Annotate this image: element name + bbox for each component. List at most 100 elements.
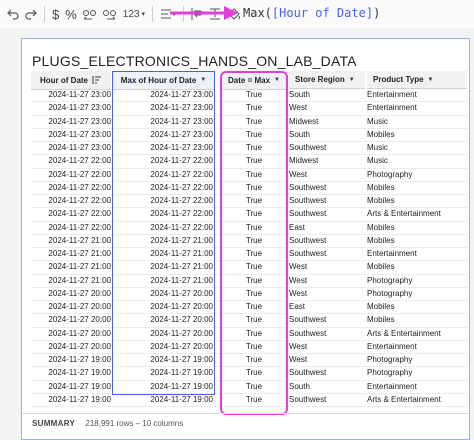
percent-button[interactable]: % (62, 0, 80, 28)
table-cell[interactable]: 2024-11-27 22:00 (31, 155, 111, 167)
table-cell[interactable]: Southwest (289, 248, 365, 260)
table-cell[interactable]: 2024-11-27 21:00 (31, 235, 111, 247)
table-cell[interactable]: Entertainment (367, 381, 463, 393)
table-cell[interactable]: 2024-11-27 19:00 (31, 394, 111, 406)
table-cell[interactable]: 2024-11-27 21:00 (31, 248, 111, 260)
table-cell[interactable]: 2024-11-27 19:00 (113, 394, 213, 406)
table-cell[interactable]: West (289, 354, 365, 366)
table-cell[interactable]: 2024-11-27 20:00 (31, 288, 111, 300)
table-cell[interactable]: Southwest (289, 394, 365, 406)
table-cell[interactable]: 2024-11-27 19:00 (31, 367, 111, 379)
table-cell[interactable]: Mobiles (367, 261, 463, 273)
table-cell[interactable]: Photography (367, 354, 463, 366)
decrease-decimals-button[interactable] (80, 0, 100, 28)
table-cell[interactable]: Southwest (289, 208, 365, 220)
table-cell[interactable]: 2024-11-27 23:00 (31, 129, 111, 141)
table-cell[interactable]: 2024-11-27 23:00 (31, 116, 111, 128)
currency-button[interactable]: $ (49, 0, 62, 28)
table-cell[interactable]: 2024-11-27 20:00 (31, 301, 111, 313)
table-cell[interactable]: 2024-11-27 19:00 (31, 354, 111, 366)
table-cell[interactable]: 2024-11-27 20:00 (31, 341, 111, 353)
formula-prefix: Max( (243, 6, 272, 20)
number-format-dropdown[interactable]: 123 ▾ (120, 0, 148, 28)
table-cell[interactable]: Photography (367, 169, 463, 181)
table-cell[interactable]: Mobiles (367, 314, 463, 326)
column-header-store-region[interactable]: Store Region ▼ (289, 71, 365, 89)
table-cell[interactable]: Southwest (289, 328, 365, 340)
chevron-down-icon[interactable]: ▼ (349, 77, 355, 83)
formula-bar[interactable]: Max([Hour of Date]) (243, 6, 380, 20)
table-cell[interactable]: 2024-11-27 23:00 (31, 89, 111, 101)
table-cell[interactable]: Music (367, 116, 463, 128)
table-cell[interactable]: Entertainment (367, 341, 463, 353)
table-cell[interactable]: Mobiles (367, 235, 463, 247)
table-cell[interactable]: Entertainment (367, 102, 463, 114)
table-cell[interactable]: West (289, 169, 365, 181)
table-element[interactable]: PLUGS_ELECTRONICS_HANDS_ON_LAB_DATA Hour… (21, 38, 470, 440)
table-cell[interactable]: Photography (367, 367, 463, 379)
column-header-label: Product Type (373, 75, 424, 84)
table-cell[interactable]: East (289, 301, 365, 313)
increase-decimals-icon (102, 10, 116, 20)
table-cell[interactable]: Mobiles (367, 129, 463, 141)
table-cell[interactable]: Arts & Entertainment (367, 208, 463, 220)
table-cell[interactable]: Southwest (289, 367, 365, 379)
annotation-highlight-box (220, 71, 288, 415)
table-cell[interactable]: South (289, 129, 365, 141)
table-cell[interactable]: 2024-11-27 22:00 (31, 208, 111, 220)
table-cell[interactable]: 2024-11-27 22:00 (31, 169, 111, 181)
table-cell[interactable]: Mobiles (367, 301, 463, 313)
table-cell[interactable]: 2024-11-27 20:00 (31, 328, 111, 340)
column-header-product-type[interactable]: Product Type ▼ (367, 71, 467, 89)
table-cell[interactable]: Southwest (289, 195, 365, 207)
column-header-hour-of-date[interactable]: Hour of Date (31, 71, 111, 90)
table-cell[interactable]: West (289, 341, 365, 353)
table-cell[interactable]: Entertainment (367, 248, 463, 260)
selected-column-outline (112, 71, 215, 395)
table-cell[interactable]: Mobiles (367, 195, 463, 207)
table-cell[interactable]: 2024-11-27 21:00 (31, 275, 111, 287)
increase-decimals-button[interactable] (100, 0, 120, 28)
table-cell[interactable]: Photography (367, 275, 463, 287)
sort-descending-icon[interactable] (92, 75, 102, 85)
table-cell[interactable]: West (289, 102, 365, 114)
table-cell[interactable]: Entertainment (367, 89, 463, 101)
column-header-label: Store Region (295, 75, 345, 84)
table-cell[interactable]: West (289, 288, 365, 300)
redo-icon (25, 9, 37, 20)
table-cell[interactable]: South (289, 381, 365, 393)
table-cell[interactable]: 2024-11-27 21:00 (31, 261, 111, 273)
summary-label[interactable]: SUMMARY (32, 419, 75, 428)
table-cell[interactable]: East (289, 222, 365, 234)
undo-button[interactable] (4, 0, 22, 28)
table-cell[interactable]: Southwest (289, 142, 365, 154)
table-cell[interactable]: Midwest (289, 116, 365, 128)
table-cell[interactable]: Midwest (289, 155, 365, 167)
table-title: PLUGS_ELECTRONICS_HANDS_ON_LAB_DATA (32, 53, 357, 69)
table-cell[interactable]: 2024-11-27 23:00 (31, 142, 111, 154)
table-cell[interactable]: Southwest (289, 182, 365, 194)
table-cell[interactable]: Southwest (289, 235, 365, 247)
table-cell[interactable]: 2024-11-27 22:00 (31, 222, 111, 234)
table-cell[interactable]: Arts & Entertainment (367, 328, 463, 340)
table-cell[interactable]: Photography (367, 288, 463, 300)
table-cell[interactable]: 2024-11-27 22:00 (31, 195, 111, 207)
table-cell[interactable]: 2024-11-27 22:00 (31, 182, 111, 194)
table-cell[interactable]: Southwest (289, 314, 365, 326)
table-cell[interactable]: Music (367, 155, 463, 167)
number-format-label: 123 (122, 8, 140, 20)
redo-button[interactable] (22, 0, 40, 28)
table-cell[interactable]: 2024-11-27 20:00 (31, 314, 111, 326)
table-cell[interactable]: Music (367, 142, 463, 154)
toolbar-divider (44, 6, 45, 22)
table-cell[interactable]: 2024-11-27 19:00 (31, 381, 111, 393)
chevron-down-icon[interactable]: ▼ (428, 77, 434, 83)
table-cell[interactable]: Arts & Entertainment (367, 394, 463, 406)
table-cell[interactable]: West (289, 275, 365, 287)
toolbar-divider (152, 6, 153, 22)
table-cell[interactable]: Mobiles (367, 222, 463, 234)
table-cell[interactable]: West (289, 261, 365, 273)
table-cell[interactable]: South (289, 89, 365, 101)
table-cell[interactable]: 2024-11-27 23:00 (31, 102, 111, 114)
table-cell[interactable]: Mobiles (367, 182, 463, 194)
